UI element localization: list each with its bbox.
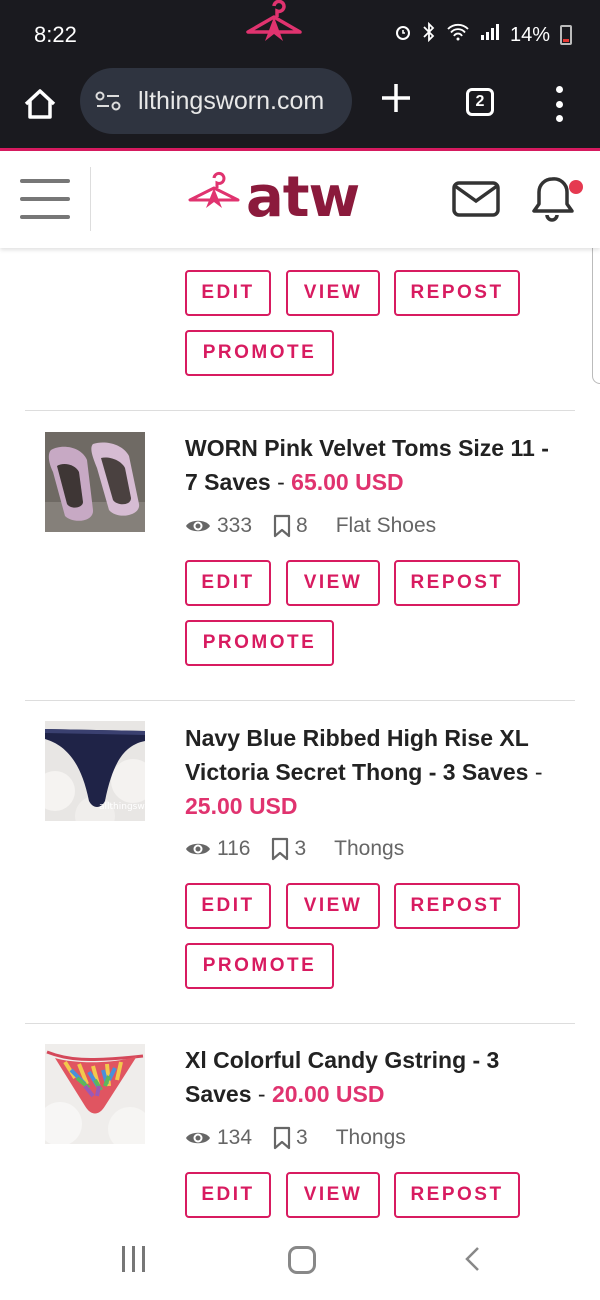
listing-category[interactable]: Thongs [336,1126,406,1150]
site-header: atw [0,151,600,248]
hanger-icon [246,0,302,41]
recents-button[interactable] [122,1246,145,1272]
tab-switcher-button[interactable]: 2 [466,88,494,116]
listing-meta: 116 3 Thongs [185,834,404,864]
plus-icon [382,84,410,112]
browser-menu-button[interactable] [554,86,564,122]
bookmark-icon [272,837,289,861]
back-icon [465,1247,479,1271]
repost-button[interactable]: REPOST [394,883,520,929]
alarm-icon [394,23,412,47]
floating-hanger-button[interactable] [244,0,304,65]
url-text: llthingsworn.com [138,86,325,115]
browser-toolbar: llthingsworn.com 2 [0,68,600,148]
view-button[interactable]: VIEW [286,560,380,606]
listing-title[interactable]: Xl Colorful Candy Gstring - 3 Saves - 20… [185,1043,565,1111]
save-count: 8 [296,514,308,537]
listing-category[interactable]: Thongs [334,837,404,861]
system-home-button[interactable] [288,1246,316,1274]
header-divider [90,167,91,231]
promote-button[interactable]: PROMOTE [185,330,334,376]
status-icons: 14% [394,21,572,48]
bell-icon [532,177,583,222]
view-count: 134 [217,1126,253,1149]
hamburger-menu-button[interactable] [20,179,70,219]
eye-icon [186,843,210,855]
repost-button[interactable]: REPOST [394,560,520,606]
edit-button[interactable]: EDIT [185,1172,271,1218]
back-button[interactable] [462,1244,484,1279]
signal-icon [480,23,500,47]
repost-button[interactable]: REPOST [394,270,520,316]
listing-title[interactable]: Navy Blue Ribbed High Rise XL Victoria S… [185,721,565,823]
listing-thumbnail[interactable] [45,432,145,532]
listing-divider [25,700,575,701]
bookmark-icon [273,1126,291,1150]
view-button[interactable]: VIEW [286,1172,380,1218]
home-icon [24,89,56,119]
promote-button[interactable]: PROMOTE [185,943,334,989]
listing-meta: 333 8 Flat Shoes [185,511,436,541]
notifications-button[interactable] [528,173,588,230]
listing-title-text[interactable]: Navy Blue Ribbed High Rise XL Victoria S… [185,725,528,785]
edit-button[interactable]: EDIT [185,270,271,316]
view-count: 116 [217,837,251,860]
save-count: 3 [294,837,307,860]
messages-button[interactable] [452,181,500,222]
listing-title[interactable]: WORN Pink Velvet Toms Size 11 - 7 Saves … [185,431,565,499]
edit-button[interactable]: EDIT [185,883,271,929]
system-navigation-bar [0,1218,600,1300]
listing-thumbnail[interactable] [45,1044,145,1144]
logo-text: atw [246,165,360,230]
mail-icon [452,181,500,217]
listing-category[interactable]: Flat Shoes [336,514,436,538]
menu-dot [555,115,563,122]
eye-icon [186,520,210,532]
menu-dot [555,86,563,93]
wifi-icon [446,23,470,47]
promote-button[interactable]: PROMOTE [185,620,334,666]
save-count: 3 [296,1126,308,1149]
site-logo[interactable]: atw [186,165,360,230]
battery-icon [560,25,572,45]
repost-button[interactable]: REPOST [394,1172,520,1218]
bluetooth-icon [422,21,436,48]
view-button[interactable]: VIEW [286,270,380,316]
view-count: 333 [217,514,253,537]
menu-dot [555,100,563,108]
bookmark-icon [273,514,291,538]
listing-divider [25,410,575,411]
battery-percent: 14% [509,23,550,46]
thumbnail-watermark: allthingsw [99,802,145,812]
new-tab-button[interactable] [378,80,414,123]
listing-price: 25.00 USD [185,793,298,819]
site-settings-icon[interactable] [94,89,122,113]
view-button[interactable]: VIEW [286,883,380,929]
listing-thumbnail[interactable]: allthingsw [45,721,145,821]
browser-home-button[interactable] [20,84,60,124]
status-time: 8:22 [34,22,77,47]
hanger-logo-icon [188,171,240,208]
listing-price: 20.00 USD [271,1081,385,1107]
eye-icon [186,1132,210,1144]
edit-button[interactable]: EDIT [185,560,271,606]
address-bar[interactable]: llthingsworn.com [80,68,352,134]
listing-price: 65.00 USD [291,469,404,495]
listing-meta: 134 3 Thongs [185,1123,406,1153]
listing-divider [25,1023,575,1024]
